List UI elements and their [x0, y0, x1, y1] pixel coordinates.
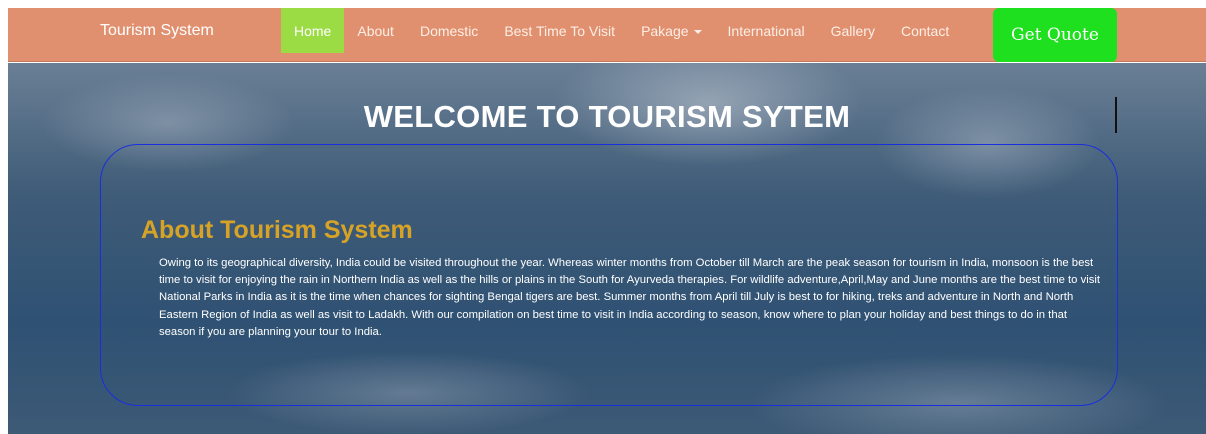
page: Tourism System Home About Domestic Best …	[8, 8, 1206, 434]
about-panel: About Tourism System Owing to its geogra…	[100, 144, 1118, 406]
nav-gallery-label: Gallery	[830, 23, 875, 39]
nav-international-label: International	[727, 23, 805, 39]
about-heading: About Tourism System	[141, 216, 413, 244]
nav-home-label: Home	[294, 23, 332, 39]
nav-pakage-dropdown[interactable]: Pakage	[628, 8, 714, 53]
nav-gallery[interactable]: Gallery	[818, 8, 888, 53]
nav-international[interactable]: International	[715, 8, 818, 53]
nav-best-time-to-visit[interactable]: Best Time To Visit	[491, 8, 628, 53]
brand-logo[interactable]: Tourism System	[100, 8, 214, 54]
nav-pakage-label: Pakage	[641, 23, 689, 39]
navbar: Tourism System Home About Domestic Best …	[8, 8, 1206, 62]
nav-domestic-label: Domestic	[419, 23, 479, 39]
nav-contact-label: Contact	[900, 23, 950, 39]
nav-menu: Home About Domestic Best Time To Visit P…	[281, 8, 962, 54]
nav-domestic[interactable]: Domestic	[407, 8, 491, 53]
nav-about-label: About	[357, 23, 394, 39]
hero-section: WELCOME TO TOURISM SYTEM About Tourism S…	[8, 63, 1206, 434]
text-cursor	[1115, 97, 1117, 133]
nav-contact[interactable]: Contact	[888, 8, 962, 53]
nav-home[interactable]: Home	[281, 8, 345, 53]
page-title: WELCOME TO TOURISM SYTEM	[363, 99, 851, 134]
caret-down-icon	[693, 30, 702, 35]
about-paragraph: Owing to its geographical diversity, Ind…	[159, 257, 1101, 338]
get-quote-button[interactable]: Get Quote	[993, 8, 1117, 62]
nav-about[interactable]: About	[344, 8, 407, 53]
nav-best-time-label: Best Time To Visit	[504, 23, 616, 39]
